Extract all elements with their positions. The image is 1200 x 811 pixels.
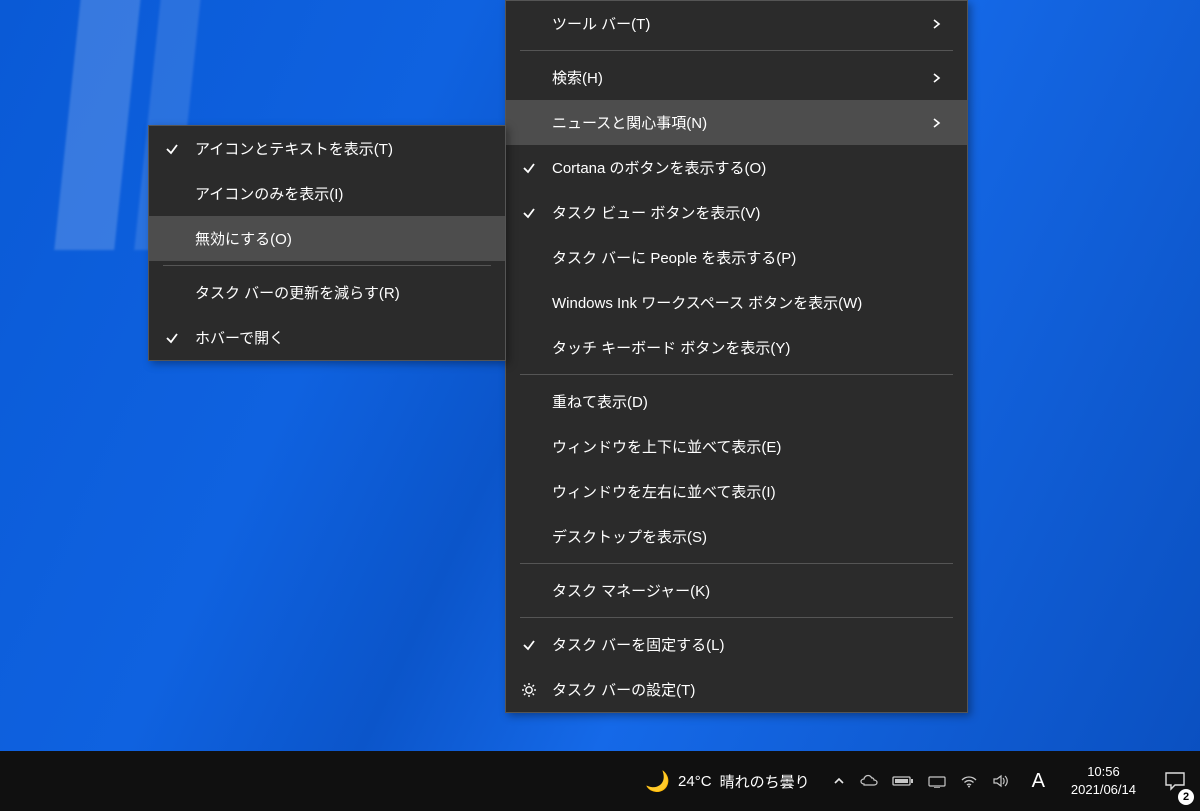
context-menu-item-4[interactable]: Cortana のボタンを表示する(O) — [506, 145, 967, 190]
context-menu-item-label: タスク バーの設定(T) — [552, 679, 921, 700]
taskbar-weather[interactable]: 🌙 24°C 晴れのち曇り — [633, 751, 821, 811]
context-menu-item-label: タスク バーを固定する(L) — [552, 634, 921, 655]
context-menu-item-label: Cortana のボタンを表示する(O) — [552, 157, 921, 178]
tray-chevron-up-icon[interactable] — [832, 774, 846, 788]
check-icon — [149, 141, 195, 157]
weather-temperature: 24°C — [678, 773, 712, 790]
battery-icon[interactable] — [892, 774, 914, 788]
submenu-item-label: 無効にする(O) — [195, 228, 459, 249]
ime-indicator[interactable]: A — [1020, 770, 1057, 793]
chevron-right-icon — [921, 17, 951, 31]
clock-date: 2021/06/14 — [1071, 781, 1136, 799]
check-icon — [506, 637, 552, 653]
gear-icon — [506, 682, 552, 698]
wifi-icon[interactable] — [960, 774, 978, 788]
submenu-item-1[interactable]: アイコンのみを表示(I) — [149, 171, 505, 216]
notification-icon — [1164, 771, 1186, 791]
context-menu-item-5[interactable]: タスク ビュー ボタンを表示(V) — [506, 190, 967, 235]
clock-time: 10:56 — [1071, 763, 1136, 781]
context-menu-item-17[interactable]: タスク バーを固定する(L) — [506, 622, 967, 667]
system-tray[interactable] — [822, 751, 1020, 811]
notification-badge: 2 — [1178, 789, 1194, 805]
context-menu-item-label: Windows Ink ワークスペース ボタンを表示(W) — [552, 292, 921, 313]
context-menu-item-13[interactable]: デスクトップを表示(S) — [506, 514, 967, 559]
taskbar[interactable]: 🌙 24°C 晴れのち曇り A 10:56 2021/06/14 2 — [0, 751, 1200, 811]
weather-description: 晴れのち曇り — [720, 771, 810, 792]
submenu-item-label: アイコンとテキストを表示(T) — [195, 138, 459, 159]
context-menu-item-8[interactable]: タッチ キーボード ボタンを表示(Y) — [506, 325, 967, 370]
context-menu-item-10[interactable]: 重ねて表示(D) — [506, 379, 967, 424]
submenu-item-4[interactable]: タスク バーの更新を減らす(R) — [149, 270, 505, 315]
action-center-button[interactable]: 2 — [1150, 751, 1200, 811]
taskbar-clock[interactable]: 10:56 2021/06/14 — [1057, 763, 1150, 798]
submenu-item-5[interactable]: ホバーで開く — [149, 315, 505, 360]
submenu-item-label: タスク バーの更新を減らす(R) — [195, 282, 459, 303]
context-menu-item-label: 重ねて表示(D) — [552, 391, 921, 412]
context-menu-item-label: タッチ キーボード ボタンを表示(Y) — [552, 337, 921, 358]
context-menu-separator — [520, 374, 953, 375]
context-menu-item-7[interactable]: Windows Ink ワークスペース ボタンを表示(W) — [506, 280, 967, 325]
context-menu-item-label: デスクトップを表示(S) — [552, 526, 921, 547]
volume-icon[interactable] — [992, 774, 1010, 788]
submenu-item-0[interactable]: アイコンとテキストを表示(T) — [149, 126, 505, 171]
network-icon[interactable] — [928, 774, 946, 788]
check-icon — [149, 330, 195, 346]
ime-mode-label: A — [1032, 770, 1045, 792]
context-menu-item-6[interactable]: タスク バーに People を表示する(P) — [506, 235, 967, 280]
context-menu-item-label: ウィンドウを上下に並べて表示(E) — [552, 436, 921, 457]
moon-icon: 🌙 — [645, 769, 670, 794]
news-interests-submenu: アイコンとテキストを表示(T) アイコンのみを表示(I) 無効にする(O) タスク バ… — [148, 125, 506, 361]
context-menu-item-label: タスク マネージャー(K) — [552, 580, 921, 601]
context-menu-item-11[interactable]: ウィンドウを上下に並べて表示(E) — [506, 424, 967, 469]
check-icon — [506, 160, 552, 176]
context-menu-item-label: ニュースと関心事項(N) — [552, 112, 921, 133]
context-menu-item-0[interactable]: ツール バー(T) — [506, 1, 967, 46]
chevron-right-icon — [921, 71, 951, 85]
context-menu-item-2[interactable]: 検索(H) — [506, 55, 967, 100]
context-menu-item-label: ツール バー(T) — [552, 13, 921, 34]
context-menu-separator — [520, 50, 953, 51]
context-menu-separator — [520, 617, 953, 618]
chevron-right-icon — [921, 116, 951, 130]
submenu-separator — [163, 265, 491, 266]
context-menu-item-3[interactable]: ニュースと関心事項(N) — [506, 100, 967, 145]
context-menu-item-label: 検索(H) — [552, 67, 921, 88]
submenu-item-label: ホバーで開く — [195, 327, 459, 348]
taskbar-context-menu: ツール バー(T) 検索(H) ニュースと関心事項(N) Cortana のボタンを表… — [505, 0, 968, 713]
submenu-item-label: アイコンのみを表示(I) — [195, 183, 459, 204]
onedrive-icon[interactable] — [860, 774, 878, 788]
context-menu-item-12[interactable]: ウィンドウを左右に並べて表示(I) — [506, 469, 967, 514]
context-menu-item-label: タスク ビュー ボタンを表示(V) — [552, 202, 921, 223]
context-menu-item-18[interactable]: タスク バーの設定(T) — [506, 667, 967, 712]
context-menu-item-label: タスク バーに People を表示する(P) — [552, 247, 921, 268]
context-menu-separator — [520, 563, 953, 564]
submenu-item-2[interactable]: 無効にする(O) — [149, 216, 505, 261]
context-menu-item-15[interactable]: タスク マネージャー(K) — [506, 568, 967, 613]
context-menu-item-label: ウィンドウを左右に並べて表示(I) — [552, 481, 921, 502]
check-icon — [506, 205, 552, 221]
